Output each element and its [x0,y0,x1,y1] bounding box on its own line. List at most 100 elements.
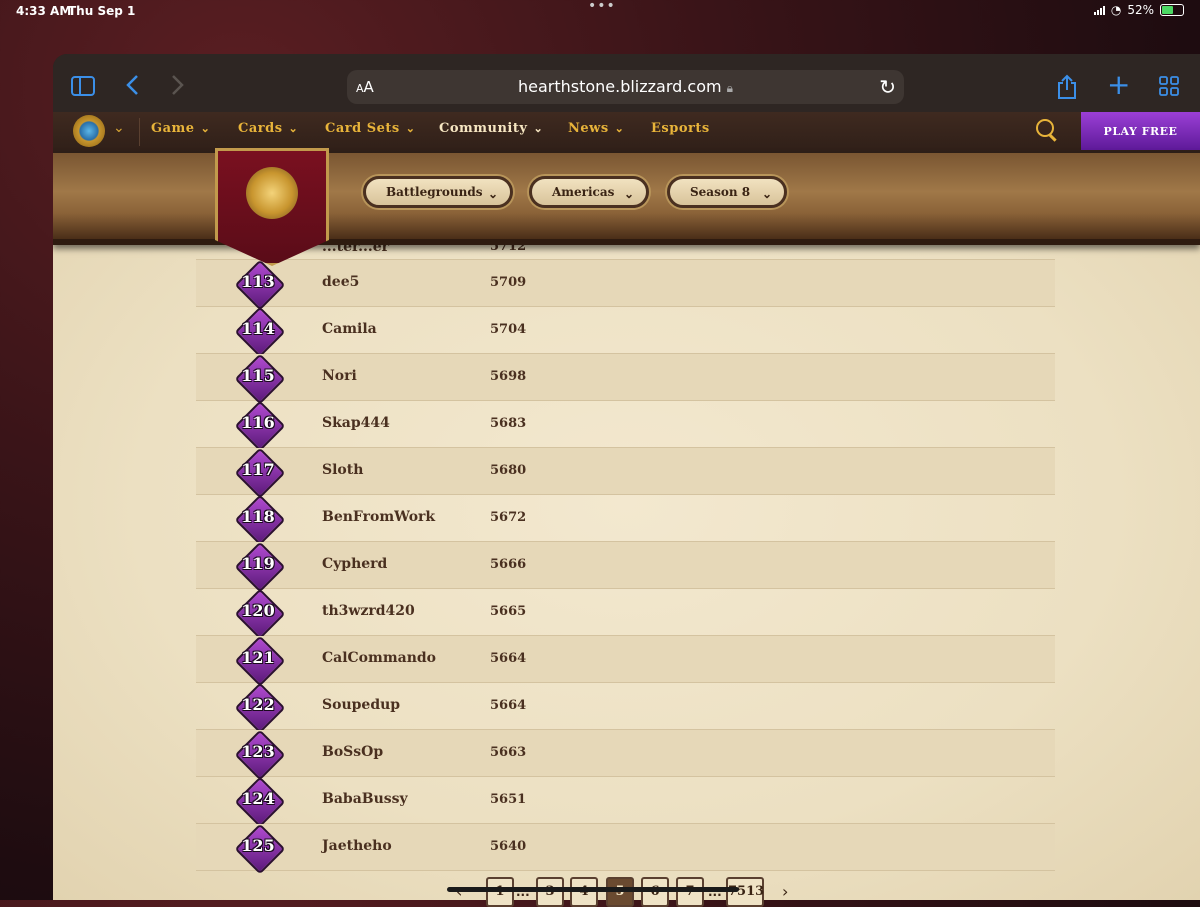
player-name: Skap444 [322,415,390,431]
rank-number: 125 [241,836,275,855]
chevron-down-icon: ⌄ [614,122,625,135]
nav-esports[interactable]: Esports [651,121,710,136]
status-time: 4:33 AM [16,4,72,18]
page-button[interactable]: 1 [486,877,514,907]
hearthstone-logo-icon[interactable] [73,115,105,147]
player-rating: 5672 [490,510,527,525]
player-rating: 5663 [490,745,527,760]
chevron-down-icon: ⌄ [200,122,211,135]
player-name: Camila [322,321,377,337]
nav-community[interactable]: Community ⌄ [439,121,543,136]
chevron-down-icon: ⌄ [487,187,498,201]
region-dropdown[interactable]: Americas ⌄ [529,176,649,208]
signal-icon [1093,5,1105,15]
table-row: 115 Nori 5698 [196,353,1055,405]
leaderboard-table: ...ter...er 5712 113 dee5 5709 114 Camila 57… [196,239,1055,875]
page-button[interactable]: 4 [570,877,598,907]
player-name: Jaetheho [322,838,392,854]
player-name: Sloth [322,462,364,478]
chevron-down-icon: ⌄ [405,122,416,135]
rank-number: 115 [241,366,275,385]
player-rating: 5640 [490,839,527,854]
table-row: 122 Soupedup 5664 [196,682,1055,734]
nav-news[interactable]: News ⌄ [568,121,624,136]
back-icon[interactable] [125,74,139,101]
table-row: 113 dee5 5709 [196,259,1055,311]
rank-number: 123 [241,742,275,761]
safari-window: AA hearthstone.blizzard.com 🔒︎ ↻ + ⌄ Gam… [53,54,1200,900]
page-button[interactable]: 6 [641,877,669,907]
status-bar: 4:33 AM Thu Sep 1 ••• ◔ 52% [0,0,1200,24]
player-rating: 5664 [490,698,527,713]
nav-card-sets[interactable]: Card Sets ⌄ [325,121,415,136]
lock-icon: 🔒︎ [726,81,734,95]
reload-icon[interactable]: ↻ [879,75,896,99]
rank-number: 120 [241,601,275,620]
chevron-down-icon: ⌄ [623,187,634,201]
player-name: Cypherd [322,556,388,572]
play-free-button[interactable]: PLAY FREE [1081,112,1200,150]
leaderboard-content: ...ter...er 5712 113 dee5 5709 114 Camila 57… [53,239,1200,900]
chevron-down-icon: ⌄ [761,187,772,201]
rank-number: 118 [241,507,275,526]
player-rating: 5683 [490,416,527,431]
player-name: Nori [322,368,357,384]
browser-toolbar: AA hearthstone.blizzard.com 🔒︎ ↻ + [53,54,1200,112]
address-bar[interactable]: AA hearthstone.blizzard.com 🔒︎ ↻ [347,70,904,104]
url-text: hearthstone.blizzard.com 🔒︎ [517,77,734,96]
player-name: BabaBussy [322,791,408,807]
multitasking-dots-icon[interactable]: ••• [588,0,616,14]
table-row: 124 BabaBussy 5651 [196,776,1055,828]
battery-icon [1160,4,1184,16]
nav-game[interactable]: Game ⌄ [151,121,210,136]
next-page-icon[interactable]: › [782,882,788,901]
player-rating: 5664 [490,651,527,666]
rank-number: 114 [241,319,275,338]
tabs-overview-icon[interactable] [1159,76,1179,101]
table-row: 121 CalCommando 5664 [196,635,1055,687]
player-rating: 5680 [490,463,527,478]
page-button[interactable]: 7 [676,877,704,907]
rank-number: 121 [241,648,275,667]
rank-number: 124 [241,789,275,808]
player-rating: 5698 [490,369,527,384]
table-row: 118 BenFromWork 5672 [196,494,1055,546]
crown-icon [246,167,298,219]
forward-icon[interactable] [171,74,185,101]
home-indicator [447,887,739,892]
player-rating: 5704 [490,322,527,337]
player-rating: 5666 [490,557,527,572]
new-tab-icon[interactable]: + [1107,71,1130,99]
player-name: dee5 [322,274,360,290]
sidebar-icon[interactable] [71,76,95,101]
rank-number: 122 [241,695,275,714]
nav-divider [139,118,140,146]
table-row: 116 Skap444 5683 [196,400,1055,452]
player-rating: 5665 [490,604,527,619]
player-name: th3wzrd420 [322,603,415,619]
table-row: 119 Cypherd 5666 [196,541,1055,593]
player-name: BoSsOp [322,744,384,760]
search-icon[interactable] [1036,119,1054,137]
status-date: Thu Sep 1 [68,4,136,18]
rank-number: 116 [241,413,275,432]
player-name: Soupedup [322,697,401,713]
table-row: 120 th3wzrd420 5665 [196,588,1055,640]
player-name: BenFromWork [322,509,436,525]
wifi-icon: ◔ [1110,3,1122,17]
mode-dropdown[interactable]: Battlegrounds ⌄ [363,176,513,208]
chevron-down-icon[interactable]: ⌄ [113,120,125,136]
season-dropdown[interactable]: Season 8 ⌄ [667,176,787,208]
chevron-down-icon: ⌄ [288,122,299,135]
table-row: 117 Sloth 5680 [196,447,1055,499]
page-button[interactable]: 3 [536,877,564,907]
table-row: 125 Jaetheho 5640 [196,823,1055,875]
rank-number: 113 [241,272,275,291]
page-button-current[interactable]: 5 [606,877,634,907]
nav-cards[interactable]: Cards ⌄ [238,121,298,136]
page-button-last[interactable]: 7513 [726,877,764,907]
share-icon[interactable] [1056,74,1078,105]
status-indicators: ◔ 52% [1093,3,1184,17]
chevron-down-icon: ⌄ [533,122,544,135]
table-row: 114 Camila 5704 [196,306,1055,358]
